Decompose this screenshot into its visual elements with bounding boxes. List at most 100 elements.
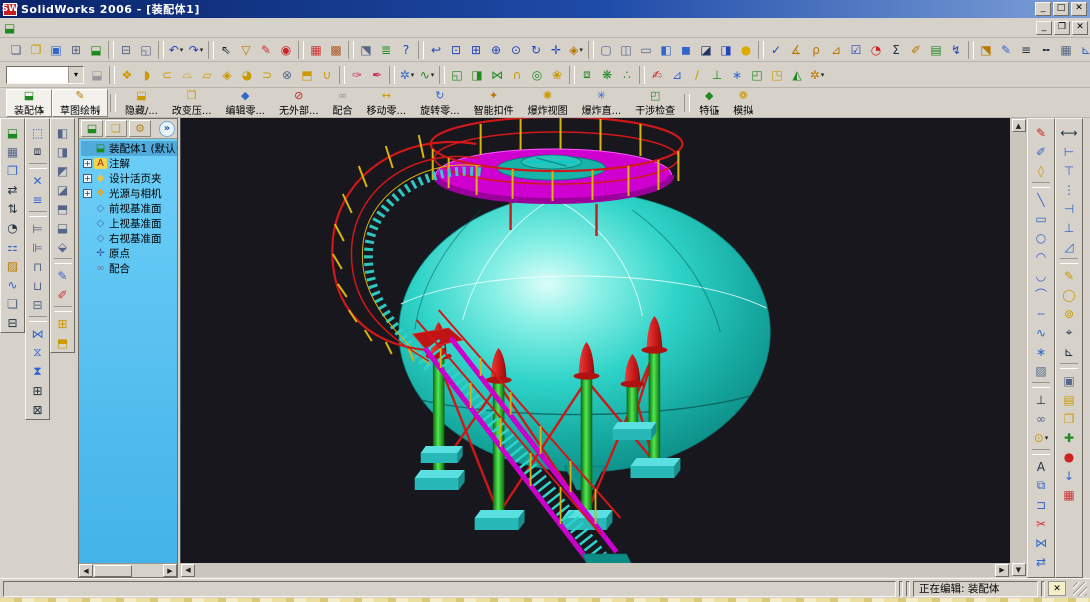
status-close-icon[interactable]: ✕ bbox=[1048, 581, 1066, 596]
spline-button[interactable]: ∿ bbox=[1031, 323, 1051, 342]
back-view-button[interactable]: ◨ bbox=[53, 142, 73, 161]
tree-item-mates[interactable]: ∞ 配合 bbox=[81, 261, 177, 276]
tree-item-annotations[interactable]: + A 注解 bbox=[81, 156, 177, 171]
edit-color-button[interactable]: ▦ bbox=[306, 40, 326, 60]
render-region-button[interactable]: ▦ bbox=[1059, 485, 1079, 504]
mate-reference-button[interactable]: ◰ bbox=[747, 65, 767, 85]
three-point-arc-button[interactable]: ⌒ bbox=[1031, 285, 1051, 304]
auto-balloon-button[interactable]: ⊚ bbox=[1059, 304, 1079, 323]
viewport-scroll-down-icon[interactable]: ▼ bbox=[1012, 563, 1026, 576]
schematic-button[interactable]: ⊟ bbox=[3, 313, 23, 332]
save-button[interactable]: ▣ bbox=[46, 40, 66, 60]
move-component-button[interactable]: ↔ 移动零... bbox=[360, 89, 414, 117]
align-center-button[interactable]: ⊟ bbox=[28, 295, 48, 314]
hole-wizard-button[interactable]: ⊗ bbox=[277, 65, 297, 85]
exploded-view-button[interactable]: ✺ 爆炸视图 bbox=[521, 89, 575, 117]
viewport-scroll-left-icon[interactable]: ◀ bbox=[181, 564, 195, 577]
bom-table-button[interactable]: ▦ bbox=[3, 142, 23, 161]
loft-cut-button[interactable]: ⬒ bbox=[297, 65, 317, 85]
menu-edit[interactable] bbox=[35, 26, 49, 30]
menu-help[interactable] bbox=[105, 26, 119, 30]
viewport-scroll-right-icon[interactable]: ▶ bbox=[995, 564, 1009, 577]
menu-insert[interactable] bbox=[63, 26, 77, 30]
blocks-button[interactable]: ⚏ bbox=[3, 237, 23, 256]
scene-button[interactable]: ⬔ bbox=[976, 40, 996, 60]
right-view-button[interactable]: ◪ bbox=[53, 180, 73, 199]
menu-file[interactable] bbox=[21, 26, 35, 30]
convert-entities-button[interactable]: ⧉ bbox=[1031, 476, 1051, 495]
dropdown-arrow-icon[interactable]: ▾ bbox=[821, 71, 825, 79]
rebuild-button[interactable]: ◉ bbox=[276, 40, 296, 60]
tree-expand-toggle[interactable]: + bbox=[83, 159, 92, 168]
shaded-button[interactable]: ◼ bbox=[676, 40, 696, 60]
minimize-button[interactable]: _ bbox=[1035, 2, 1051, 16]
ungroup-button[interactable]: ⊠ bbox=[28, 400, 48, 419]
offset-entities-button[interactable]: ⊐ bbox=[1031, 495, 1051, 514]
close-button[interactable]: ✕ bbox=[1071, 2, 1087, 16]
flex-button[interactable]: ❀ bbox=[547, 65, 567, 85]
lasso-select-button[interactable]: ⧈ bbox=[28, 142, 48, 161]
viewport-scroll-up-icon[interactable]: ▲ bbox=[1012, 119, 1026, 132]
text-button[interactable]: A bbox=[1031, 457, 1051, 476]
note-button[interactable]: ✎ bbox=[1059, 266, 1079, 285]
rotate-component-button[interactable]: ↻ 旋转零... bbox=[413, 89, 467, 117]
appearance-button[interactable]: ⬓ bbox=[87, 65, 107, 85]
tree-item-top-plane[interactable]: ◇ 上视基准面 bbox=[81, 216, 177, 231]
simulation-tab[interactable]: ❁ 模拟 ▾ bbox=[726, 89, 760, 117]
insert-component-button[interactable]: ⊞ bbox=[53, 314, 73, 333]
change-suppression-button[interactable]: ❒ 改变压... bbox=[165, 89, 219, 117]
add-material-button[interactable]: ✚ bbox=[1059, 428, 1079, 447]
mirror-entities-button[interactable]: ⋈ bbox=[1031, 533, 1051, 552]
replace-components-button[interactable]: ⇅ bbox=[3, 199, 23, 218]
mdi-close-button[interactable]: ✕ bbox=[1072, 21, 1088, 35]
reload-button[interactable]: ⇄ bbox=[3, 180, 23, 199]
zoom-to-selection-button[interactable]: ⊙ bbox=[506, 40, 526, 60]
horizontal-dimension-button[interactable]: ⊢ bbox=[1059, 142, 1079, 161]
loft-boss-button[interactable]: ⌓ bbox=[177, 65, 197, 85]
sweep-boss-button[interactable]: ⊂ bbox=[157, 65, 177, 85]
refresh-button[interactable]: ↯ bbox=[946, 40, 966, 60]
undo-button[interactable]: ↶▾ bbox=[166, 40, 186, 60]
zoom-to-fit-button[interactable]: ⊡ bbox=[446, 40, 466, 60]
plane-button[interactable]: ⊿ bbox=[667, 65, 687, 85]
select-button[interactable]: ⇖ bbox=[216, 40, 236, 60]
properties-button[interactable]: ≣ bbox=[376, 40, 396, 60]
hidden-lines-removed-button[interactable]: ▭ bbox=[636, 40, 656, 60]
selection-filter-button[interactable]: ▽ bbox=[236, 40, 256, 60]
chamfer-dimension-button[interactable]: ◿ bbox=[1059, 237, 1079, 256]
tree-item-lights-cameras[interactable]: + ❖ 光源与相机 bbox=[81, 186, 177, 201]
sketch-snaps-button[interactable]: ⊥ bbox=[1031, 390, 1051, 409]
extrude-cut-button[interactable]: ◈ bbox=[217, 65, 237, 85]
revolve-cut-button[interactable]: ◕ bbox=[237, 65, 257, 85]
3d-model-canvas[interactable] bbox=[181, 118, 1010, 563]
geometric-tolerance-button[interactable]: ⌖ bbox=[1059, 323, 1079, 342]
draft-button[interactable]: ◨ bbox=[467, 65, 487, 85]
check-button[interactable]: ☑ bbox=[846, 40, 866, 60]
trim-button[interactable]: ✂ bbox=[1031, 514, 1051, 533]
mdi-minimize-button[interactable]: _ bbox=[1036, 21, 1052, 35]
render-image-button[interactable]: ▣ bbox=[1059, 371, 1079, 390]
top-view-button[interactable]: ⬒ bbox=[53, 199, 73, 218]
horizontal-ordinate-button[interactable]: ⊣ bbox=[1059, 199, 1079, 218]
combobox-dropdown-icon[interactable]: ▾ bbox=[68, 67, 83, 83]
match-size-button[interactable]: ⧗ bbox=[28, 362, 48, 381]
revolve-boss-button[interactable]: ◗ bbox=[137, 65, 157, 85]
no-external-references-button[interactable]: ⊘ 无外部... bbox=[272, 89, 326, 117]
front-view-button[interactable]: ◧ bbox=[53, 123, 73, 142]
shell-button[interactable]: ∪ bbox=[317, 65, 337, 85]
make-drawing-button[interactable]: ⊞ bbox=[66, 40, 86, 60]
reference-point-button[interactable]: ∗ bbox=[727, 65, 747, 85]
design-checker-button[interactable]: ◔ bbox=[866, 40, 886, 60]
texture-button[interactable]: ▩ bbox=[326, 40, 346, 60]
stair-bottom-pad[interactable] bbox=[583, 554, 633, 563]
component-preview-button[interactable]: ⬒ bbox=[53, 333, 73, 352]
move-entities-button[interactable]: ⇄ bbox=[1031, 552, 1051, 571]
configurationmanager-tab[interactable]: ⚙ bbox=[129, 120, 151, 137]
assembly-tab[interactable]: ⬓ 装配体 ▾ bbox=[6, 89, 52, 117]
help-button[interactable]: ? bbox=[396, 40, 416, 60]
design-table-button[interactable]: ▤ bbox=[926, 40, 946, 60]
edit-scene-button[interactable]: ▤ bbox=[1059, 390, 1079, 409]
coordinate-system-button[interactable]: ⊥ bbox=[707, 65, 727, 85]
document-menu-icon[interactable]: ⬓ bbox=[4, 21, 15, 35]
features-tab[interactable]: ◆ 特征 ▾ bbox=[692, 89, 726, 117]
